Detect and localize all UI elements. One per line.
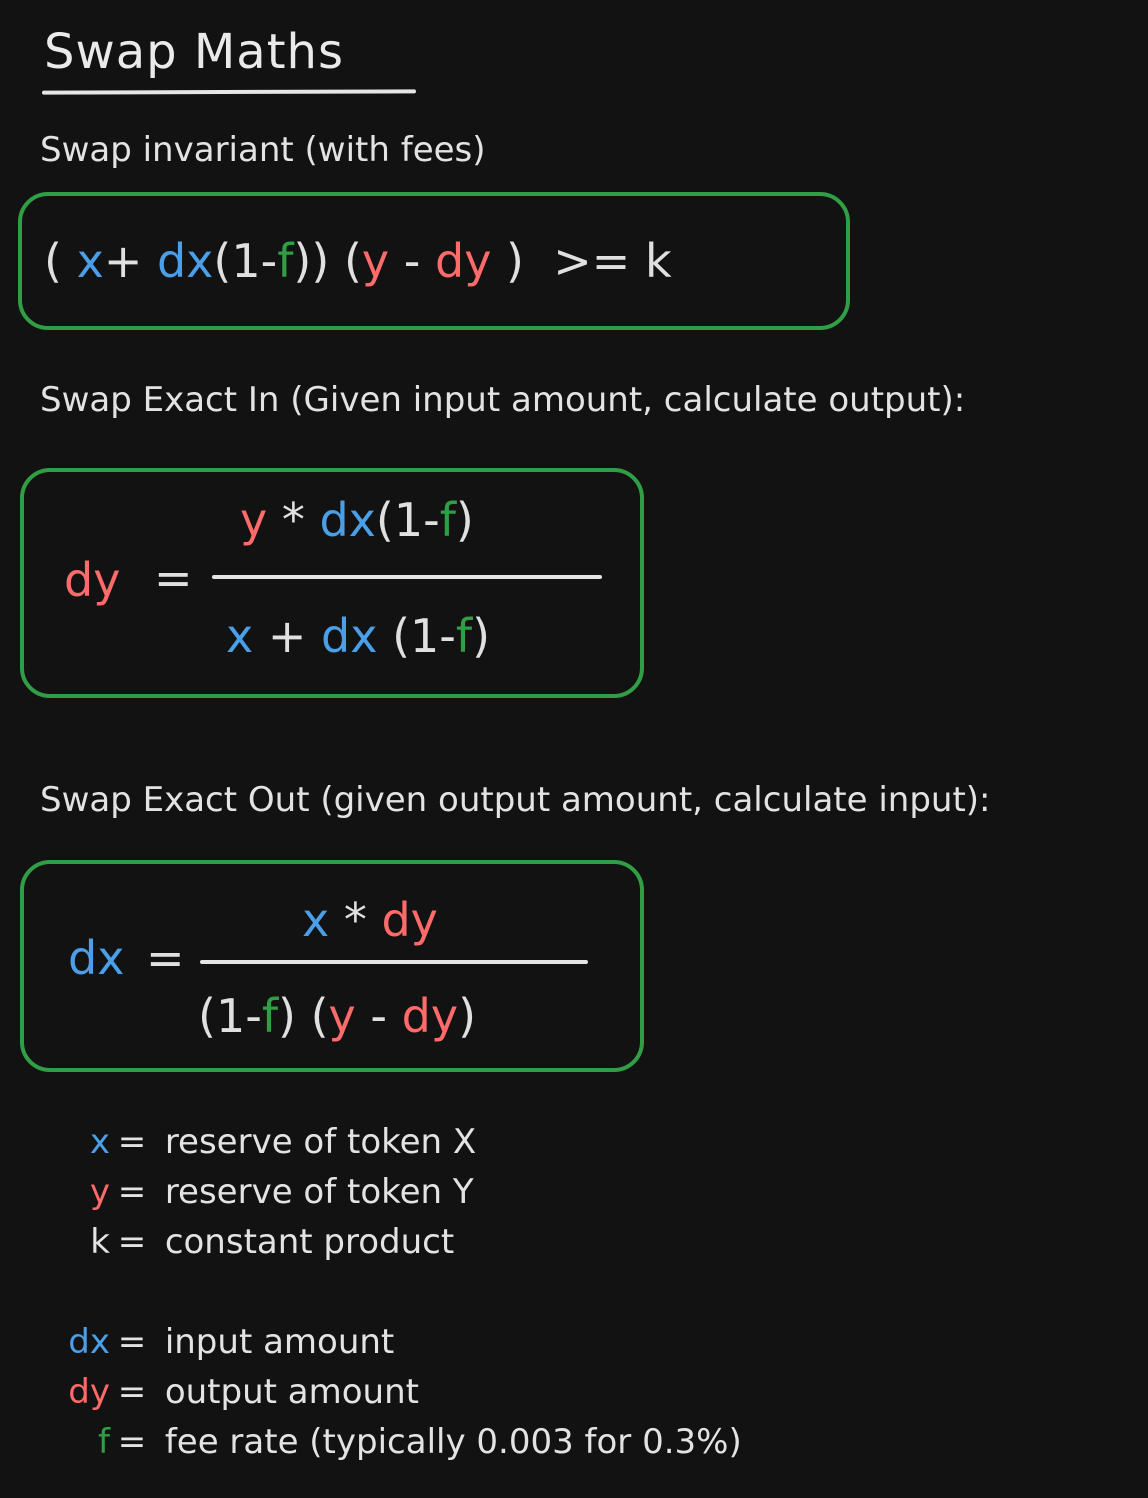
var-dx: dx: [156, 234, 214, 288]
exact-in-fraction-bar: [212, 575, 602, 579]
legend-row-f: f = fee rate (typically 0.003 for 0.3%): [60, 1420, 742, 1464]
legend-symbol: dx: [68, 1322, 110, 1362]
var-dx: dx: [321, 609, 378, 663]
paren: ): [472, 609, 491, 663]
var-k: k: [644, 234, 672, 288]
minus-op: -: [370, 989, 388, 1043]
legend-row-dy: dy = output amount: [60, 1370, 419, 1414]
page-title: Swap Maths: [44, 24, 344, 80]
var-f: f: [277, 234, 294, 288]
var-dy: dy: [381, 893, 438, 947]
var-dy: dy: [401, 989, 459, 1043]
legend-text: reserve of token Y: [164, 1172, 474, 1212]
legend-text: input amount: [164, 1322, 395, 1362]
plus-op: +: [267, 609, 307, 663]
var-dy: dy: [435, 234, 492, 288]
var-y: y: [328, 989, 356, 1043]
var-x: x: [302, 893, 330, 947]
exact-in-equals: =: [154, 551, 193, 605]
exact-in-label: Swap Exact In (Given input amount, calcu…: [40, 380, 966, 420]
exact-out-equals: =: [146, 931, 185, 985]
paren: (: [44, 234, 62, 288]
exact-out-lhs: dx: [68, 931, 125, 985]
one-minus: (1-: [375, 493, 440, 547]
swap-maths-diagram: { "title": "Swap Maths", "sections": { "…: [0, 0, 1148, 1498]
legend-symbol: f: [98, 1422, 110, 1462]
paren: ): [455, 493, 474, 547]
exact-out-denominator: (1-f) (y - dy): [198, 988, 476, 1044]
paren: (: [310, 989, 329, 1043]
plus-op: +: [103, 234, 143, 288]
legend-equals: =: [117, 1172, 147, 1212]
exact-out-fraction-bar: [200, 960, 588, 964]
paren: )): [293, 234, 330, 288]
paren: ): [278, 989, 296, 1043]
var-f: f: [439, 493, 456, 547]
minus-op: -: [403, 234, 421, 288]
legend-equals: =: [117, 1222, 147, 1262]
var-x: x: [76, 234, 104, 288]
legend-row-x: x = reserve of token X: [60, 1120, 476, 1164]
var-y: y: [361, 234, 390, 288]
paren: ): [506, 234, 524, 288]
legend-text: fee rate (typically 0.003 for 0.3%): [164, 1422, 742, 1462]
legend-symbol: x: [89, 1122, 110, 1162]
legend-symbol: dy: [68, 1372, 110, 1412]
exact-in-denominator: x + dx (1-f): [226, 608, 490, 664]
var-x: x: [226, 609, 254, 663]
exact-out-label: Swap Exact Out (given output amount, cal…: [40, 780, 991, 820]
var-dx: dx: [319, 493, 376, 547]
legend-row-dx: dx = input amount: [60, 1320, 394, 1364]
invariant-label: Swap invariant (with fees): [40, 130, 486, 170]
legend-row-k: k = constant product: [60, 1220, 454, 1264]
title-underline: [41, 89, 417, 95]
exact-in-numerator: y * dx(1-f): [240, 492, 474, 548]
legend-text: output amount: [164, 1372, 419, 1412]
paren: ): [458, 989, 477, 1043]
legend-equals: =: [117, 1322, 147, 1362]
legend-symbol: y: [89, 1172, 110, 1212]
var-f: f: [261, 989, 279, 1043]
invariant-formula: ( x+ dx(1-f)) (y - dy ) >= k: [44, 233, 672, 289]
one-minus: (1-: [198, 989, 262, 1043]
times-op: *: [343, 893, 367, 947]
one-minus: (1-: [392, 609, 456, 663]
times-op: *: [281, 493, 305, 547]
var-f: f: [455, 609, 473, 663]
legend-symbol: k: [90, 1222, 110, 1262]
exact-out-numerator: x * dy: [302, 892, 438, 948]
var-y: y: [240, 493, 268, 547]
paren: (: [343, 234, 362, 288]
legend-text: reserve of token X: [164, 1122, 477, 1162]
gte-op: >=: [553, 234, 631, 288]
legend-text: constant product: [164, 1222, 455, 1262]
legend-row-y: y = reserve of token Y: [60, 1170, 474, 1214]
exact-in-lhs: dy: [64, 553, 121, 607]
legend-equals: =: [117, 1122, 147, 1162]
legend-equals: =: [117, 1422, 147, 1462]
legend-equals: =: [117, 1372, 147, 1412]
one-minus: (1-: [213, 234, 278, 288]
